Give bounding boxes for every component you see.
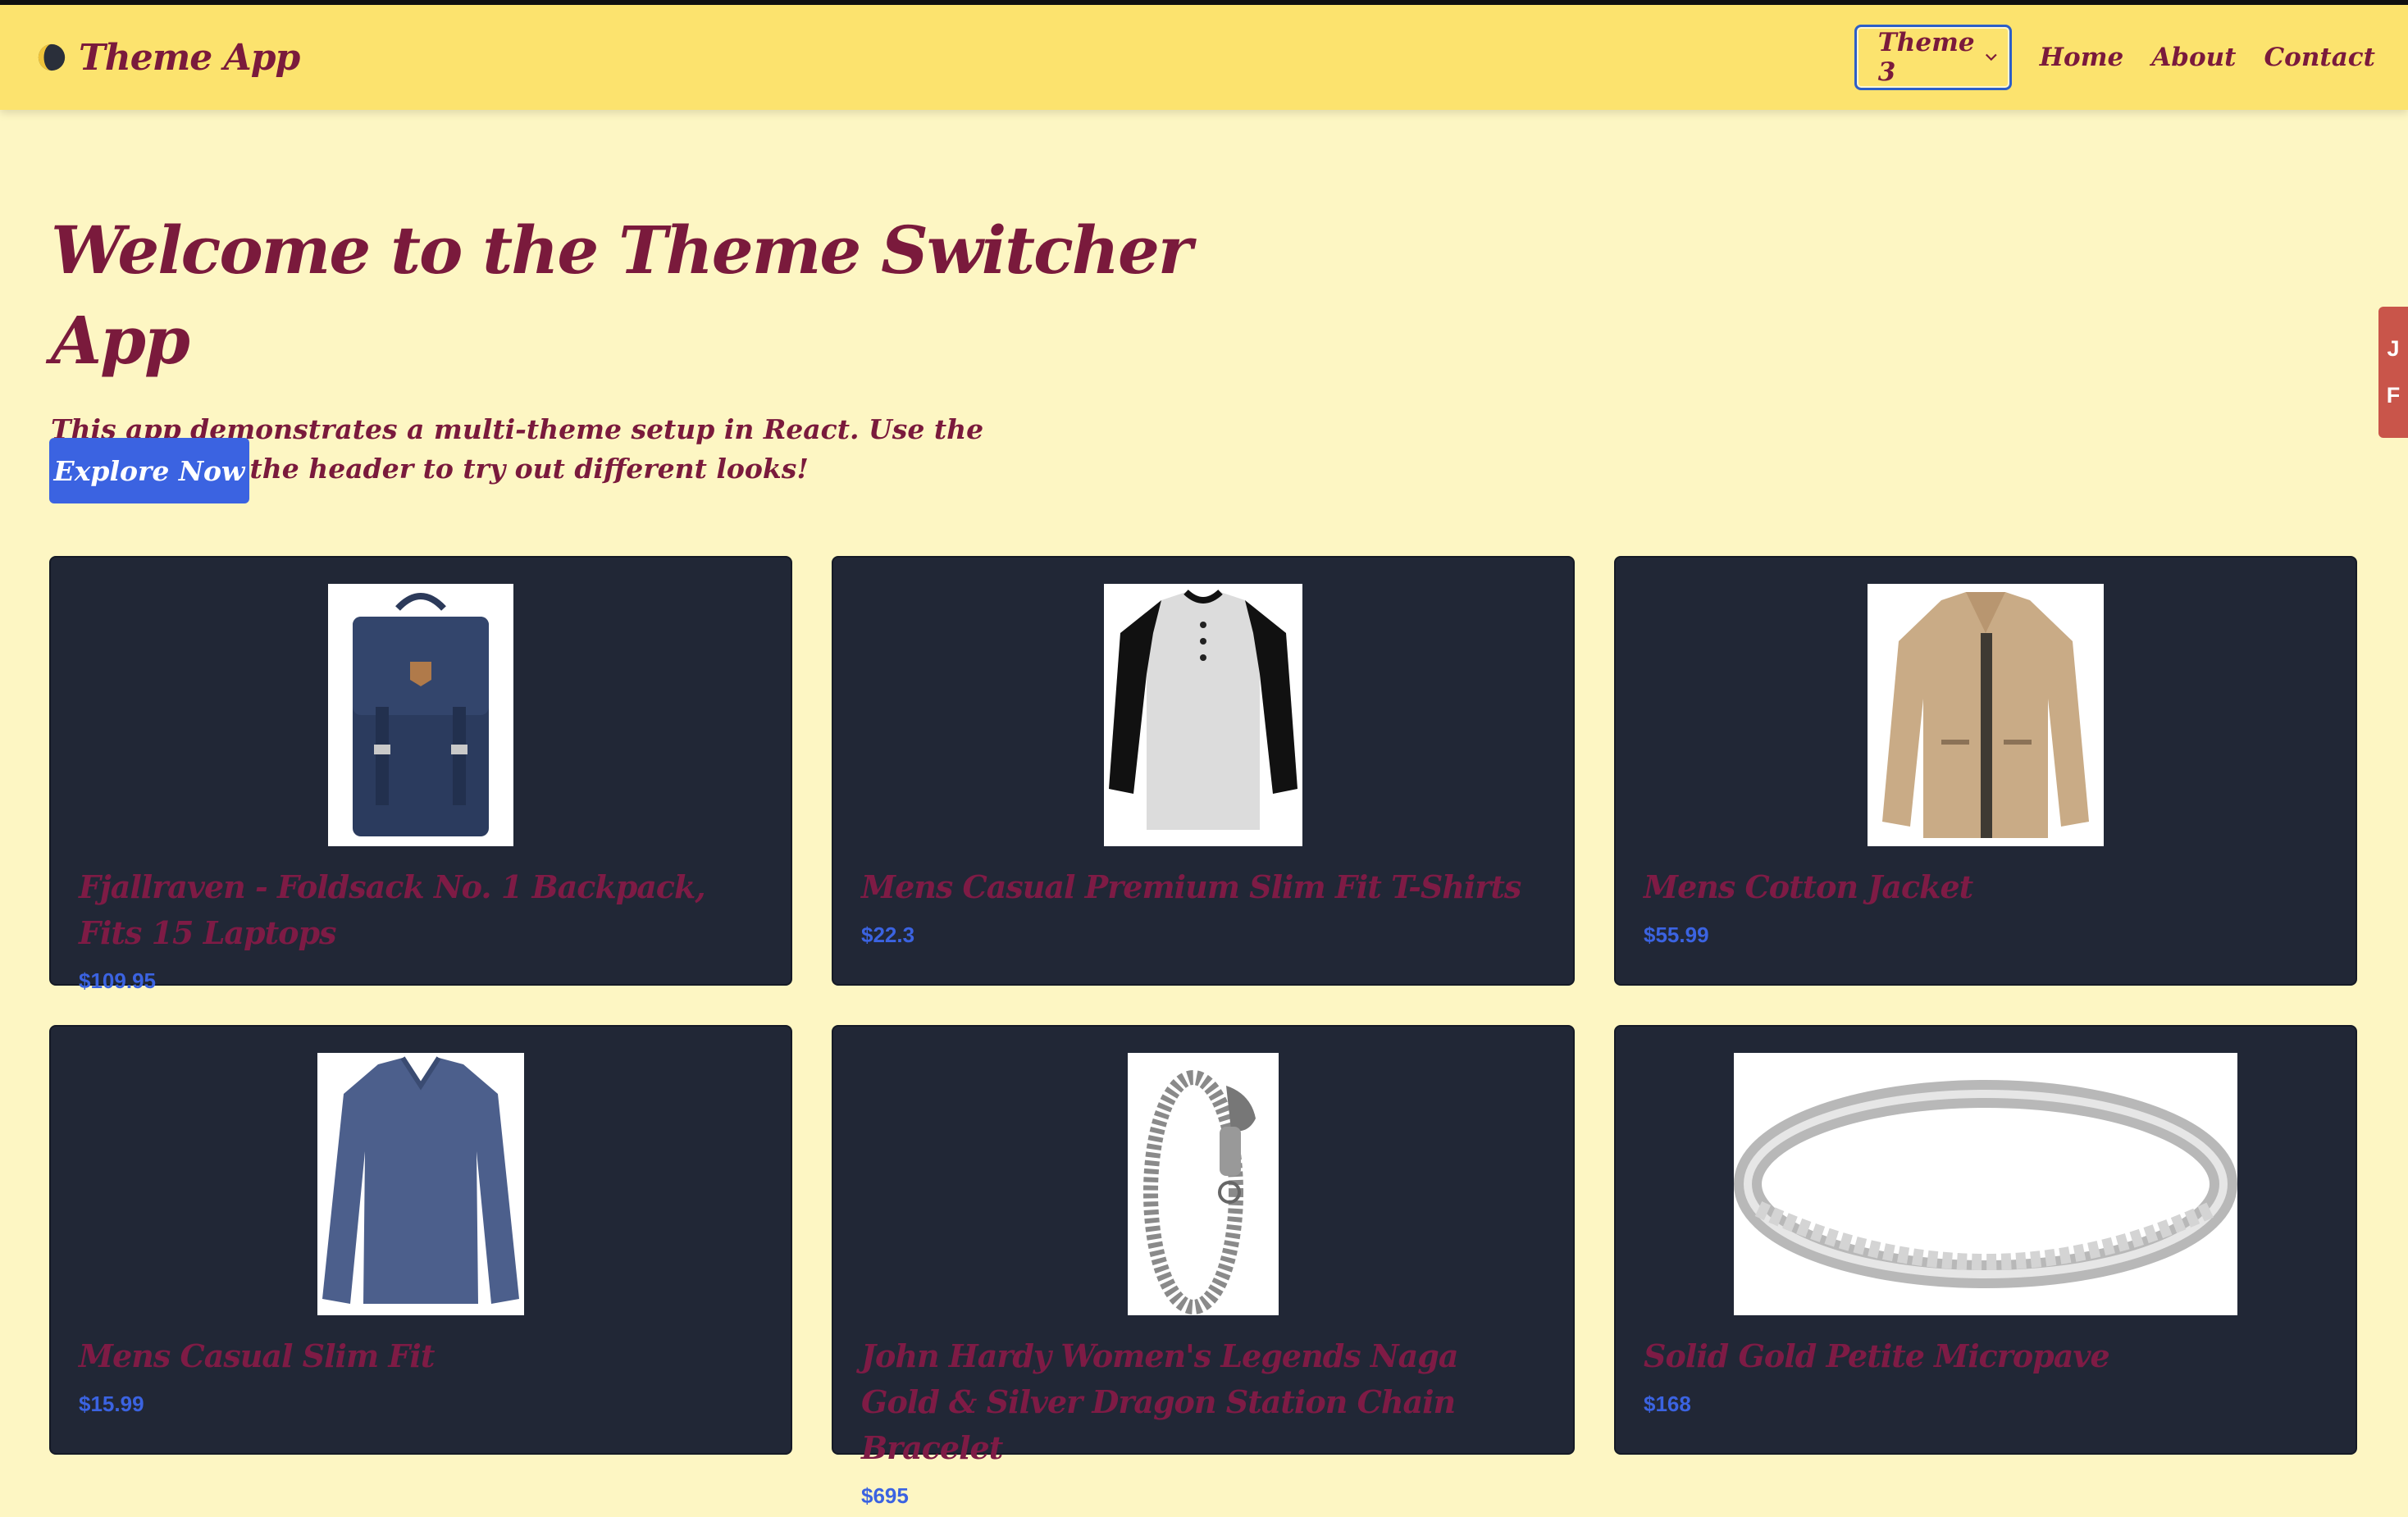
product-title: Fjallraven - Foldsack No. 1 Backpack, Fi… <box>79 868 706 951</box>
tshirt-image <box>1104 584 1302 846</box>
product-grid: Fjallraven - Foldsack No. 1 Backpack, Fi… <box>49 556 2357 1508</box>
product-image-wrap <box>79 584 763 846</box>
product-price: $15.99 <box>79 1392 144 1416</box>
brand[interactable]: Theme App <box>36 36 300 79</box>
nav-about[interactable]: About <box>2151 43 2236 72</box>
product-image-wrap <box>1644 584 2328 846</box>
backpack-image <box>328 584 513 846</box>
product-price: $22.3 <box>861 922 915 947</box>
product-title: Solid Gold Petite Micropave <box>1644 1337 2110 1374</box>
product-card[interactable]: Fjallraven - Foldsack No. 1 Backpack, Fi… <box>49 556 792 993</box>
product-title: Mens Cotton Jacket <box>1644 868 1973 905</box>
page-title: Welcome to the Theme Switcher App <box>51 212 1193 379</box>
product-image-wrap <box>861 1053 1545 1315</box>
product-title: Mens Casual Premium Slim Fit T-Shirts <box>861 868 1521 905</box>
site-header: Theme App Theme 3 Home About Contact <box>0 5 2408 110</box>
product-image-wrap <box>1644 1053 2328 1315</box>
theme-select[interactable]: Theme 3 <box>1854 25 2012 90</box>
side-tab-letter-f: F <box>2386 383 2401 408</box>
chevron-down-icon <box>1986 53 1997 61</box>
bracelet-image <box>1128 1053 1279 1315</box>
product-price: $168 <box>1644 1392 1691 1416</box>
nav-contact[interactable]: Contact <box>2264 43 2376 72</box>
product-card[interactable]: Solid Gold Petite Micropave $168 <box>1614 1025 2357 1455</box>
explore-now-button[interactable]: Explore Now <box>49 438 249 503</box>
ring-image <box>1734 1053 2237 1315</box>
nav-home[interactable]: Home <box>2040 43 2124 72</box>
product-card[interactable]: Mens Casual Premium Slim Fit T-Shirts $2… <box>832 556 1575 986</box>
product-title: John Hardy Women's Legends Naga Gold & S… <box>861 1337 1458 1466</box>
side-tab[interactable]: J F <box>2378 307 2408 438</box>
side-tab-letter-j: J <box>2387 336 2400 361</box>
product-price: $109.95 <box>79 968 156 993</box>
main-nav: Theme 3 Home About Contact <box>1854 25 2375 90</box>
product-card[interactable]: Mens Cotton Jacket $55.99 <box>1614 556 2357 986</box>
moon-icon <box>38 43 66 71</box>
jacket-image <box>1868 584 2104 846</box>
product-price: $695 <box>861 1483 909 1508</box>
product-image-wrap <box>79 1053 763 1315</box>
product-card[interactable]: John Hardy Women's Legends Naga Gold & S… <box>832 1025 1575 1508</box>
longsleeve-image <box>317 1053 524 1315</box>
theme-select-value: Theme 3 <box>1877 28 1975 87</box>
product-image-wrap <box>861 584 1545 846</box>
product-price: $55.99 <box>1644 922 1709 947</box>
product-card[interactable]: Mens Casual Slim Fit $15.99 <box>49 1025 792 1455</box>
product-title: Mens Casual Slim Fit <box>79 1337 435 1374</box>
brand-title: Theme App <box>79 36 300 79</box>
